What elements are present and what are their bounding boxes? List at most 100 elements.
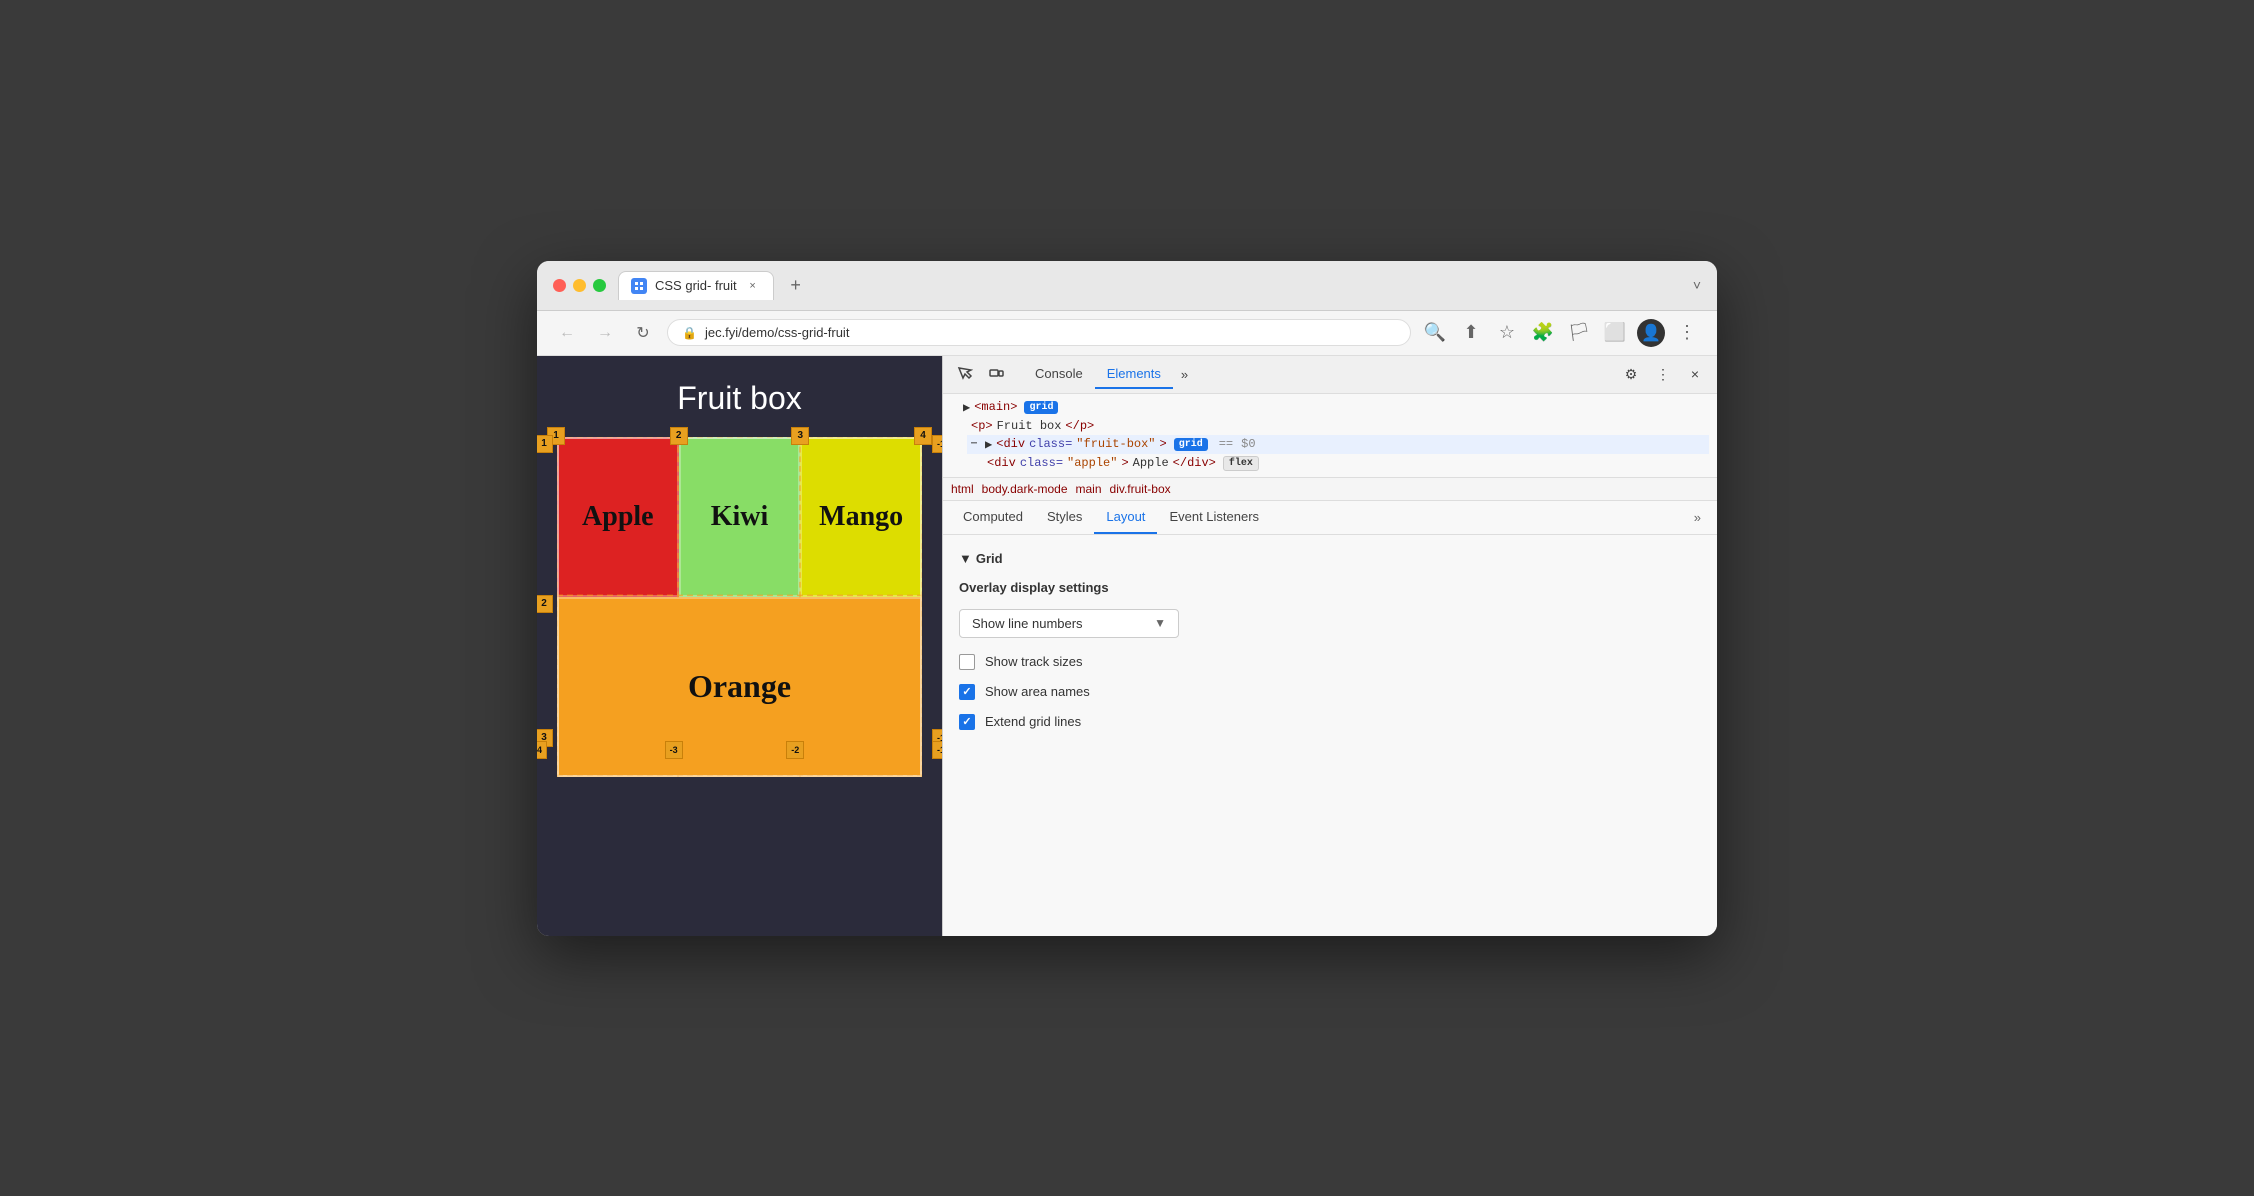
- refresh-button[interactable]: ↻: [629, 319, 657, 347]
- tab-event-listeners[interactable]: Event Listeners: [1157, 501, 1271, 534]
- el-div2-close-tag: </div>: [1173, 456, 1216, 470]
- breadcrumb-body[interactable]: body.dark-mode: [982, 482, 1068, 496]
- devtools-right-icons: ⚙ ⋮ ×: [1617, 360, 1709, 388]
- el-main-tag: <main>: [974, 400, 1017, 414]
- traffic-lights: [553, 279, 606, 292]
- line-numbers-dropdown[interactable]: Show line numbers ▼: [959, 609, 1179, 638]
- el-div-class-attr: class=: [1029, 437, 1072, 451]
- breadcrumb-html[interactable]: html: [951, 482, 974, 496]
- address-bar: ← → ↻ 🔒 jec.fyi/demo/css-grid-fruit 🔍 ⬆ …: [537, 311, 1717, 356]
- devtools-kebab-button[interactable]: ⋮: [1649, 360, 1677, 388]
- el-p-close: </p>: [1065, 419, 1094, 433]
- bookmark-button[interactable]: ☆: [1493, 319, 1521, 347]
- tab-elements[interactable]: Elements: [1095, 360, 1173, 389]
- title-bar: CSS grid- fruit × + ˅: [537, 261, 1717, 311]
- new-tab-button[interactable]: +: [782, 271, 810, 299]
- share-button[interactable]: ⬆: [1457, 319, 1485, 347]
- elements-row-p: <p> Fruit box </p>: [967, 417, 1709, 435]
- show-track-sizes-label: Show track sizes: [985, 654, 1083, 669]
- breadcrumb-div-fruitbox[interactable]: div.fruit-box: [1110, 482, 1171, 496]
- tab-computed[interactable]: Computed: [951, 501, 1035, 534]
- layout-tabs-bar: Computed Styles Layout Event Listeners »: [943, 501, 1717, 535]
- devtools-close-button[interactable]: ×: [1681, 360, 1709, 388]
- elements-row-main: ▶ <main> grid: [951, 398, 1709, 417]
- devtools-panel: Console Elements » ⚙ ⋮ × ▶ <main> grid: [942, 356, 1717, 936]
- show-track-sizes-checkbox[interactable]: [959, 654, 975, 670]
- el-div2-class-val: "apple": [1067, 456, 1117, 470]
- show-area-names-checkbox[interactable]: [959, 684, 975, 700]
- grid-badge-2-top: 2: [670, 427, 688, 445]
- show-area-names-row: Show area names: [959, 684, 1701, 700]
- section-title-text: Grid: [976, 551, 1003, 566]
- minimize-traffic-light[interactable]: [573, 279, 586, 292]
- elements-panel: ▶ <main> grid <p> Fruit box </p> ⋯ ▶ <di…: [943, 394, 1717, 478]
- screenshot-button[interactable]: ⬜: [1601, 319, 1629, 347]
- extend-grid-lines-label: Extend grid lines: [985, 714, 1081, 729]
- content-area: Fruit box 1 2 3 4 1 2 3 -1 -1 -4 -3 -2 -…: [537, 356, 1717, 936]
- grid-badge-1-left: 1: [537, 435, 553, 453]
- grid-badge-neg1-right-top: -1: [932, 435, 942, 453]
- grid-badge-neg3-bot: -3: [665, 741, 683, 759]
- page-title: Fruit box: [537, 356, 942, 437]
- mango-cell: Mango: [800, 437, 922, 597]
- el-equals: ==: [1219, 437, 1233, 451]
- lock-icon: 🔒: [682, 326, 697, 340]
- apple-cell: Apple: [557, 437, 679, 597]
- breadcrumb-main[interactable]: main: [1076, 482, 1102, 496]
- dropdown-arrow-icon: ▼: [1154, 616, 1166, 630]
- menu-button[interactable]: ⋮: [1673, 319, 1701, 347]
- browser-tab[interactable]: CSS grid- fruit ×: [618, 271, 774, 300]
- grid-badge-neg4-left: -4: [537, 741, 547, 759]
- section-arrow-icon: ▼: [959, 551, 972, 566]
- forward-button[interactable]: →: [591, 319, 619, 347]
- tab-console[interactable]: Console: [1023, 360, 1095, 389]
- grid-badge-neg1-bot-right: -1: [932, 741, 942, 759]
- tab-close-button[interactable]: ×: [745, 278, 761, 294]
- orange-label: Orange: [688, 668, 791, 705]
- zoom-button[interactable]: 🔍: [1421, 319, 1449, 347]
- address-input[interactable]: 🔒 jec.fyi/demo/css-grid-fruit: [667, 319, 1411, 346]
- show-area-names-label: Show area names: [985, 684, 1090, 699]
- el-div-tag-open: <div: [996, 437, 1025, 451]
- fruit-grid-container: 1 2 3 4 1 2 3 -1 -1 -4 -3 -2 -1: [557, 437, 922, 777]
- grid-badge-neg2-bot: -2: [786, 741, 804, 759]
- el-div-grid-badge[interactable]: grid: [1174, 438, 1208, 451]
- kiwi-label: Kiwi: [711, 501, 769, 533]
- orange-cell: Orange: [557, 597, 922, 777]
- dropdown-label: Show line numbers: [972, 616, 1083, 631]
- address-text: jec.fyi/demo/css-grid-fruit: [705, 325, 849, 340]
- tab-expand-button[interactable]: ˅: [1693, 277, 1701, 293]
- overlay-dropdown-row: Show line numbers ▼: [959, 609, 1701, 638]
- tab-styles[interactable]: Styles: [1035, 501, 1094, 534]
- overlay-settings-title: Overlay display settings: [959, 580, 1701, 595]
- devtools-more-tabs[interactable]: »: [1173, 363, 1196, 386]
- mango-label: Mango: [819, 501, 903, 533]
- inspector-tool-button[interactable]: [951, 360, 979, 388]
- close-traffic-light[interactable]: [553, 279, 566, 292]
- devtools-settings-button[interactable]: ⚙: [1617, 360, 1645, 388]
- el-div2-flex-badge[interactable]: flex: [1223, 456, 1259, 471]
- grid-badge-3-top: 3: [791, 427, 809, 445]
- extend-grid-lines-row: Extend grid lines: [959, 714, 1701, 730]
- extend-grid-lines-checkbox[interactable]: [959, 714, 975, 730]
- extensions-button[interactable]: 🧩: [1529, 319, 1557, 347]
- back-button[interactable]: ←: [553, 319, 581, 347]
- browser-toolbar: 🔍 ⬆ ☆ 🧩 🏳 ⬜ 👤 ⋮: [1421, 319, 1701, 347]
- device-toggle-button[interactable]: [983, 360, 1011, 388]
- el-div2-tag-open: <div: [987, 456, 1016, 470]
- devtools-toolbar: Console Elements » ⚙ ⋮ ×: [943, 356, 1717, 394]
- puzzle-button[interactable]: 🏳: [1565, 319, 1593, 347]
- fruit-grid: Apple Kiwi Mango Orange: [557, 437, 922, 777]
- el-div-tag-close: >: [1160, 437, 1167, 451]
- layout-more-tabs[interactable]: »: [1686, 502, 1709, 533]
- page-content: Fruit box 1 2 3 4 1 2 3 -1 -1 -4 -3 -2 -…: [537, 356, 942, 936]
- el-main-grid-badge[interactable]: grid: [1024, 401, 1058, 414]
- el-div2-text: Apple: [1133, 456, 1169, 470]
- fullscreen-traffic-light[interactable]: [593, 279, 606, 292]
- grid-badge-2-left: 2: [537, 595, 553, 613]
- tab-layout[interactable]: Layout: [1094, 501, 1157, 534]
- elements-row-div-selected[interactable]: ⋯ ▶ <div class= "fruit-box" > grid == $0: [967, 435, 1709, 454]
- el-div2-class-attr: class=: [1020, 456, 1063, 470]
- breadcrumb-bar: html body.dark-mode main div.fruit-box: [943, 478, 1717, 501]
- profile-button[interactable]: 👤: [1637, 319, 1665, 347]
